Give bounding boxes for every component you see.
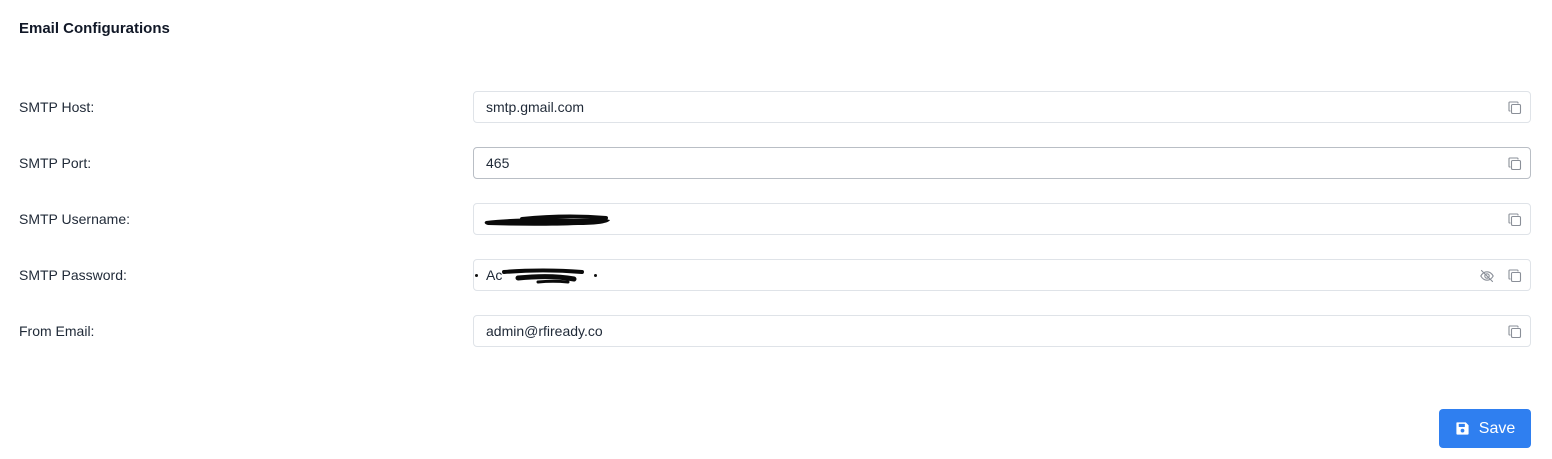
copy-icon[interactable]	[1507, 212, 1523, 228]
password-mask-dot	[594, 274, 597, 277]
smtp-port-row: SMTP Port: 465	[0, 147, 1552, 179]
redaction-mark	[502, 268, 584, 284]
section-title: Email Configurations	[19, 20, 170, 37]
password-mask-dot	[475, 274, 478, 277]
copy-icon[interactable]	[1507, 156, 1523, 172]
copy-icon[interactable]	[1507, 324, 1523, 340]
from-email-label: From Email:	[19, 323, 95, 339]
smtp-host-row: SMTP Host: smtp.gmail.com	[0, 91, 1552, 123]
save-button-label: Save	[1478, 419, 1516, 437]
copy-icon[interactable]	[1507, 268, 1523, 284]
smtp-host-input[interactable]: smtp.gmail.com	[473, 91, 1531, 123]
smtp-host-value: smtp.gmail.com	[486, 99, 585, 115]
smtp-password-input[interactable]: Ac	[473, 259, 1531, 291]
redaction-mark	[484, 214, 610, 226]
eye-off-icon[interactable]	[1479, 268, 1495, 284]
smtp-host-label: SMTP Host:	[19, 99, 95, 115]
copy-icon[interactable]	[1507, 100, 1523, 116]
from-email-value: admin@rfiready.co	[486, 323, 603, 339]
smtp-password-label: SMTP Password:	[19, 267, 127, 283]
from-email-input[interactable]: admin@rfiready.co	[473, 315, 1531, 347]
smtp-username-row: SMTP Username:	[0, 203, 1552, 235]
save-button[interactable]: Save	[1439, 409, 1531, 448]
smtp-username-input[interactable]	[473, 203, 1531, 235]
smtp-password-value: Ac	[486, 267, 503, 283]
floppy-disk-icon	[1456, 422, 1469, 435]
smtp-username-label: SMTP Username:	[19, 211, 130, 227]
email-configurations-panel: Email Configurations SMTP Host: smtp.gma…	[0, 0, 1552, 459]
smtp-port-label: SMTP Port:	[19, 155, 92, 171]
smtp-port-value: 465	[486, 155, 510, 171]
smtp-password-row: SMTP Password: Ac	[0, 259, 1552, 291]
smtp-port-input[interactable]: 465	[473, 147, 1531, 179]
from-email-row: From Email: admin@rfiready.co	[0, 315, 1552, 347]
